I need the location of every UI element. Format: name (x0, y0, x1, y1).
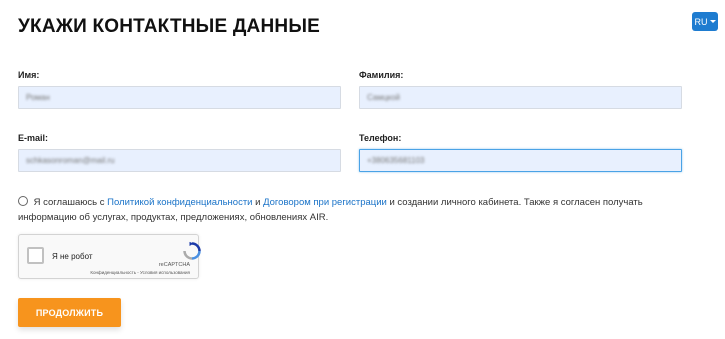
first-name-label: Имя: (18, 70, 40, 80)
phone-value: +380635681103 (367, 156, 425, 165)
recaptcha-brand: reCAPTCHA (158, 262, 190, 268)
email-input[interactable]: schkasonroman@mail.ru (18, 149, 341, 172)
consent-text: Я соглашаюсь с Политикой конфиденциально… (18, 195, 698, 225)
email-value: schkasonroman@mail.ru (26, 156, 115, 165)
page-title: УКАЖИ КОНТАКТНЫЕ ДАННЫЕ (18, 16, 320, 37)
recaptcha-label: Я не робот (52, 252, 93, 261)
last-name-value: Самцкой (367, 93, 400, 102)
last-name-label: Фамилия: (359, 70, 404, 80)
first-name-input[interactable]: Роман (18, 86, 341, 109)
caret-down-icon (709, 20, 716, 23)
recaptcha-logo-icon (183, 241, 201, 260)
consent-text-and: и (255, 197, 261, 208)
last-name-input[interactable]: Самцкой (359, 86, 682, 109)
first-name-value: Роман (26, 93, 50, 102)
recaptcha-widget: Я не робот reCAPTCHA Конфиденциальность … (18, 234, 201, 279)
email-label: E-mail: (18, 133, 49, 143)
recaptcha-checkbox[interactable] (27, 247, 44, 264)
consent-radio[interactable] (18, 196, 28, 206)
recaptcha-terms[interactable]: Конфиденциальность - Условия использован… (90, 270, 190, 275)
language-dropdown[interactable]: RU (692, 12, 718, 31)
phone-input[interactable]: +380635681103 (359, 149, 682, 172)
registration-agreement-link[interactable]: Договором при регистрации (263, 197, 387, 208)
privacy-policy-link[interactable]: Политикой конфиденциальности (107, 197, 252, 208)
continue-button[interactable]: ПРОДОЛЖИТЬ (18, 298, 121, 327)
consent-text-before: Я соглашаюсь с (33, 197, 105, 208)
phone-label: Телефон: (359, 133, 402, 143)
language-current: RU (694, 16, 708, 27)
